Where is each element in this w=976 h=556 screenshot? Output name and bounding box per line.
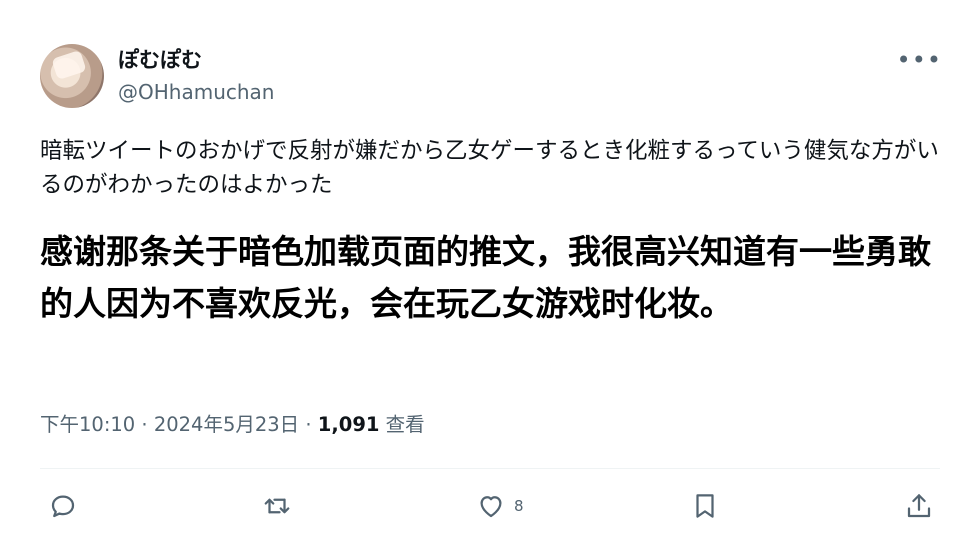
- reply-button[interactable]: [48, 488, 78, 524]
- retweet-button[interactable]: [262, 488, 292, 524]
- tweet-meta: 下午10:10 · 2024年5月23日 · 1,091 查看: [40, 410, 425, 440]
- like-count: 8: [514, 497, 524, 515]
- meta-separator: ·: [305, 413, 312, 436]
- action-bar: 8: [0, 484, 976, 528]
- like-button[interactable]: 8: [476, 488, 524, 524]
- views-count: 1,091: [317, 413, 380, 436]
- display-name[interactable]: ぽむぽむ: [118, 46, 202, 74]
- tweet-time[interactable]: 下午10:10: [40, 413, 135, 436]
- share-button[interactable]: [904, 488, 934, 524]
- bookmark-icon: [696, 494, 714, 518]
- more-options-icon[interactable]: •••: [897, 48, 942, 72]
- tweet-date[interactable]: 2024年5月23日: [154, 413, 299, 436]
- divider: [40, 468, 940, 469]
- tweet-text-japanese: 暗転ツイートのおかげで反射が嫌だから乙女ゲーするとき化粧するっていう健気な方がい…: [40, 138, 939, 198]
- heart-icon: [480, 496, 502, 518]
- bookmark-button[interactable]: [690, 488, 720, 524]
- views-label: 查看: [385, 413, 425, 436]
- share-icon: [907, 494, 931, 518]
- tweet-text-chinese: 感谢那条关于暗色加载页面的推文，我很高兴知道有一些勇敢的人因为不喜欢反光，会在玩…: [40, 232, 931, 323]
- reply-icon: [51, 495, 75, 518]
- user-handle[interactable]: @OHhamuchan: [118, 78, 274, 106]
- retweet-icon: [264, 498, 290, 514]
- meta-separator: ·: [141, 413, 148, 436]
- avatar[interactable]: [40, 44, 104, 108]
